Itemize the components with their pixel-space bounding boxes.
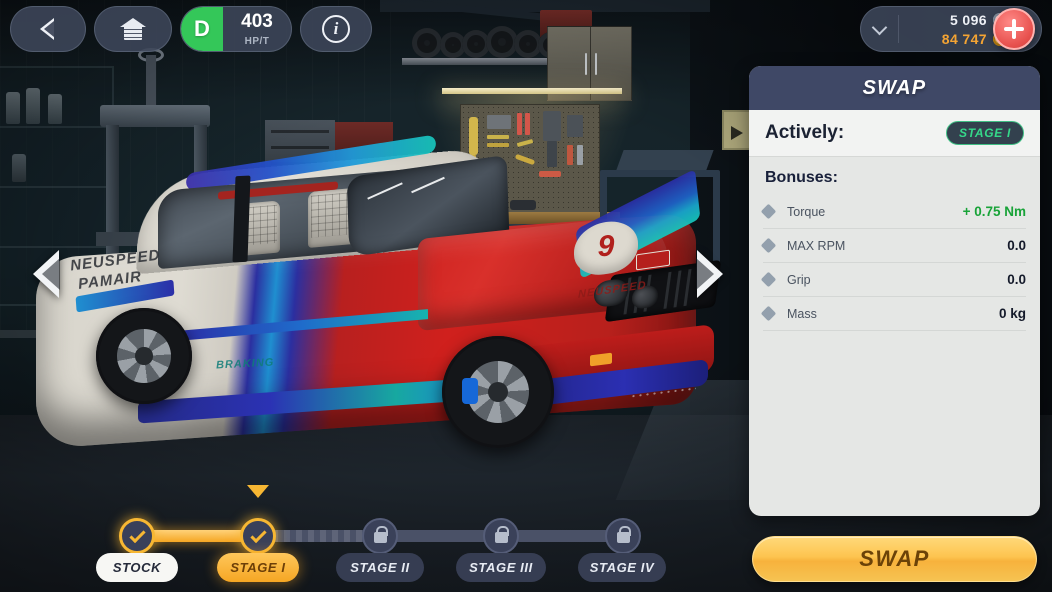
stage-node-stage-i[interactable]	[240, 518, 276, 554]
hp-per-ton: 403 HP/T	[223, 11, 291, 47]
garage-button[interactable]	[94, 6, 172, 52]
actively-row: Actively: STAGE I	[749, 110, 1040, 157]
gold-amount: 84 747	[941, 30, 987, 47]
wallet[interactable]: 5 096 84 747	[860, 6, 1042, 52]
add-currency-button[interactable]	[993, 8, 1035, 50]
wallet-expand-button[interactable]	[861, 14, 899, 44]
info-button[interactable]: i	[300, 6, 372, 52]
lock-icon	[616, 526, 631, 543]
track-segment-locked	[516, 530, 610, 542]
garage-icon	[120, 18, 146, 40]
front-wheel	[442, 336, 554, 448]
grade-letter: D	[181, 7, 223, 51]
stage-label-stage-iii[interactable]: STAGE III	[456, 553, 546, 582]
active-stage-badge: STAGE I	[945, 121, 1024, 145]
previous-part-arrow[interactable]	[33, 250, 60, 298]
panel-header: SWAP	[749, 66, 1040, 110]
bonus-name: MAX RPM	[787, 238, 846, 253]
stage-node-stock[interactable]	[119, 518, 155, 554]
performance-rating[interactable]: D 403 HP/T	[180, 6, 292, 52]
bonus-value: 0.0	[1007, 238, 1026, 253]
hp-unit: HP/T	[244, 36, 270, 47]
hp-value: 403	[241, 11, 273, 32]
actively-label: Actively:	[765, 122, 845, 143]
bonus-name: Grip	[787, 272, 811, 287]
car-b-pillar	[232, 175, 251, 263]
chevron-down-icon	[871, 19, 888, 35]
next-part-arrow[interactable]	[696, 250, 723, 298]
silver-row: 5 096	[899, 10, 1007, 29]
triangle-down-marker-icon	[247, 485, 269, 498]
check-icon	[128, 526, 146, 543]
stage-node-stage-ii[interactable]	[362, 518, 398, 554]
bonus-row-mass: Mass 0 kg	[760, 297, 1026, 331]
stage-node-stage-iv[interactable]	[605, 518, 641, 554]
bonus-value: 0 kg	[998, 306, 1026, 321]
track-segment-locked	[272, 530, 366, 542]
bonus-value: 0.0	[1007, 272, 1026, 287]
car-model[interactable]: 9 NEUSPEED PAMAIR NEUSPEED BRAKING	[18, 134, 722, 470]
swap-action-button[interactable]: SWAP	[752, 536, 1037, 582]
bonus-row-max-rpm: MAX RPM 0.0	[760, 229, 1026, 263]
gold-row: 84 747	[899, 29, 1007, 48]
diamond-bullet-icon	[760, 203, 777, 220]
bonus-value: + 0.75 Nm	[962, 204, 1026, 219]
bonus-name: Mass	[787, 306, 817, 321]
swap-panel: SWAP Actively: STAGE I Bonuses: Torque +…	[749, 66, 1040, 516]
hood-number-text: 9	[597, 229, 615, 264]
stage-label-stage-iv[interactable]: STAGE IV	[578, 553, 666, 582]
stage-node-stage-iii[interactable]	[483, 518, 519, 554]
stage-label-stage-i[interactable]: STAGE I	[217, 553, 299, 582]
panel-title: SWAP	[862, 76, 927, 99]
top-bar: D 403 HP/T i 5 096 84 747	[0, 0, 1052, 58]
check-icon	[249, 526, 267, 543]
bonus-name: Torque	[787, 204, 826, 219]
tuning-stage-track: STOCK STAGE I STAGE II STAGE III STAGE I…	[0, 485, 740, 592]
info-icon: i	[322, 15, 350, 43]
rear-wheel	[96, 308, 192, 404]
diamond-bullet-icon	[760, 305, 777, 322]
bonuses-label: Bonuses:	[765, 169, 838, 186]
swap-action-label: SWAP	[859, 546, 930, 571]
bonus-row-torque: Torque + 0.75 Nm	[760, 195, 1026, 229]
bonus-row-grip: Grip 0.0	[760, 263, 1026, 297]
chevron-left-icon	[39, 18, 54, 40]
back-button[interactable]	[10, 6, 86, 52]
stage-label-stock[interactable]: STOCK	[96, 553, 178, 582]
stage-label-stage-ii[interactable]: STAGE II	[336, 553, 424, 582]
silver-amount: 5 096	[949, 11, 987, 28]
lock-icon	[373, 526, 388, 543]
track-segment-completed	[150, 530, 250, 542]
track-segment-locked	[394, 530, 488, 542]
diamond-bullet-icon	[760, 237, 777, 254]
diamond-bullet-icon	[760, 271, 777, 288]
lock-icon	[494, 526, 509, 543]
